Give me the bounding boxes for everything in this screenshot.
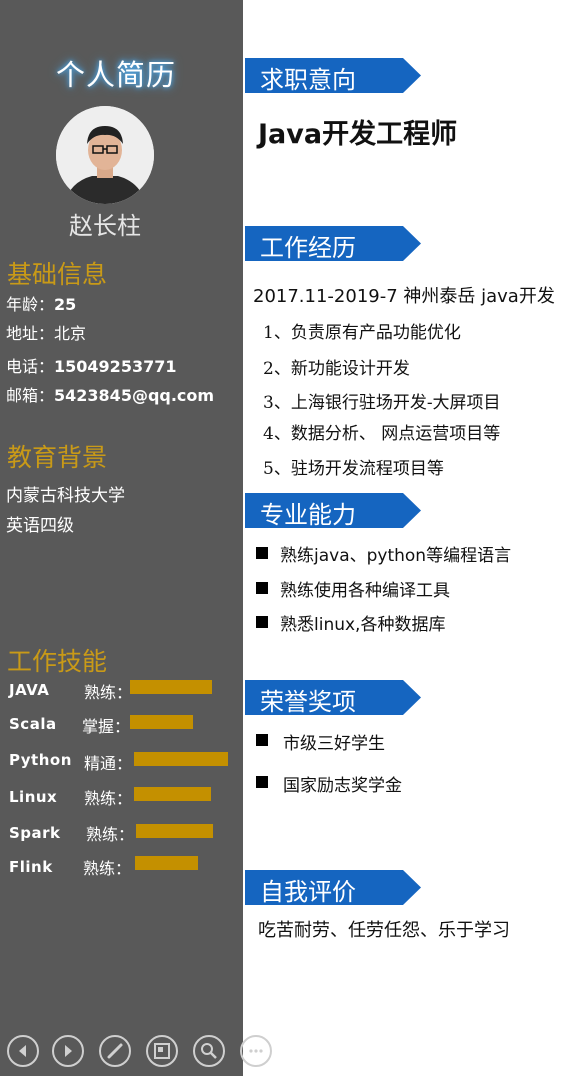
bullet-icon [256,547,268,559]
skill-bar [134,752,228,766]
job-title: Java开发工程师 [258,119,458,150]
bullet-icon [256,616,268,628]
experience-banner: 工作经历 [245,226,423,262]
forward-icon[interactable] [52,1035,84,1067]
skill-bar [135,856,198,870]
back-icon[interactable] [7,1035,39,1067]
education-cert: 英语四级 [6,516,74,536]
work-period: 2017.11-2019-7 神州泰岳 java开发 [253,286,555,307]
work-item: 1、负责原有产品功能优化 [263,323,461,343]
education-heading: 教育背景 [7,443,108,472]
skill-bar [136,824,213,838]
abilities-banner: 专业能力 [245,493,423,529]
bullet-icon [256,582,268,594]
bullet-icon [256,734,268,746]
skill-bar [134,787,211,801]
self-eval-heading: 自我评价 [260,878,356,906]
ability-item: 熟练使用各种编译工具 [280,581,450,601]
skill-name: Scala [9,715,57,733]
work-item: 3、上海银行驻场开发-大屏项目 [263,393,501,413]
skill-level: 熟练： [84,789,133,808]
basic-info-heading: 基础信息 [7,260,108,289]
skill-level: 熟练： [84,683,133,702]
work-item: 4、数据分析、 网点运营项目等 [263,424,501,444]
skill-bar [130,715,193,729]
skill-level: 熟练： [83,859,132,878]
objective-heading: 求职意向 [260,66,356,94]
slides-icon[interactable] [146,1035,178,1067]
ability-item: 熟悉linux,各种数据库 [280,615,446,635]
bullet-icon [256,776,268,788]
work-item: 5、驻场开发流程项目等 [263,459,444,479]
self-eval-banner: 自我评价 [245,870,423,906]
resume-title: 个人简历 [55,58,176,92]
ability-item: 熟练java、python等编程语言 [280,546,512,566]
work-item: 2、新功能设计开发 [263,359,410,379]
more-icon[interactable] [240,1035,272,1067]
skill-bar [130,680,212,694]
skill-name: Spark [9,824,61,842]
info-address: 地址：北京 [6,324,87,343]
skill-name: Flink [9,858,53,876]
honors-heading: 荣誉奖项 [260,688,356,716]
info-age: 年龄：25 [6,295,77,314]
person-name: 赵长柱 [69,212,141,240]
skills-heading: 工作技能 [7,647,108,676]
skill-level: 精通： [84,754,133,773]
skill-level: 掌握： [82,717,131,736]
skill-name: Python [9,751,72,769]
objective-banner: 求职意向 [245,58,423,94]
info-email: 邮箱：5423845@qq.com [6,386,215,405]
pen-icon[interactable] [99,1035,131,1067]
honor-item: 国家励志奖学金 [283,776,402,796]
abilities-heading: 专业能力 [260,501,356,529]
avatar [56,106,154,204]
self-eval-text: 吃苦耐劳、任劳任怨、乐于学习 [258,920,510,941]
zoom-icon[interactable] [193,1035,225,1067]
skill-name: JAVA [9,681,50,699]
honor-item: 市级三好学生 [283,734,385,754]
experience-heading: 工作经历 [260,234,356,262]
info-phone: 电话：15049253771 [6,357,177,376]
skill-name: Linux [9,788,58,806]
skill-level: 熟练： [86,825,135,844]
honors-banner: 荣誉奖项 [245,680,423,716]
education-school: 内蒙古科技大学 [6,486,125,506]
